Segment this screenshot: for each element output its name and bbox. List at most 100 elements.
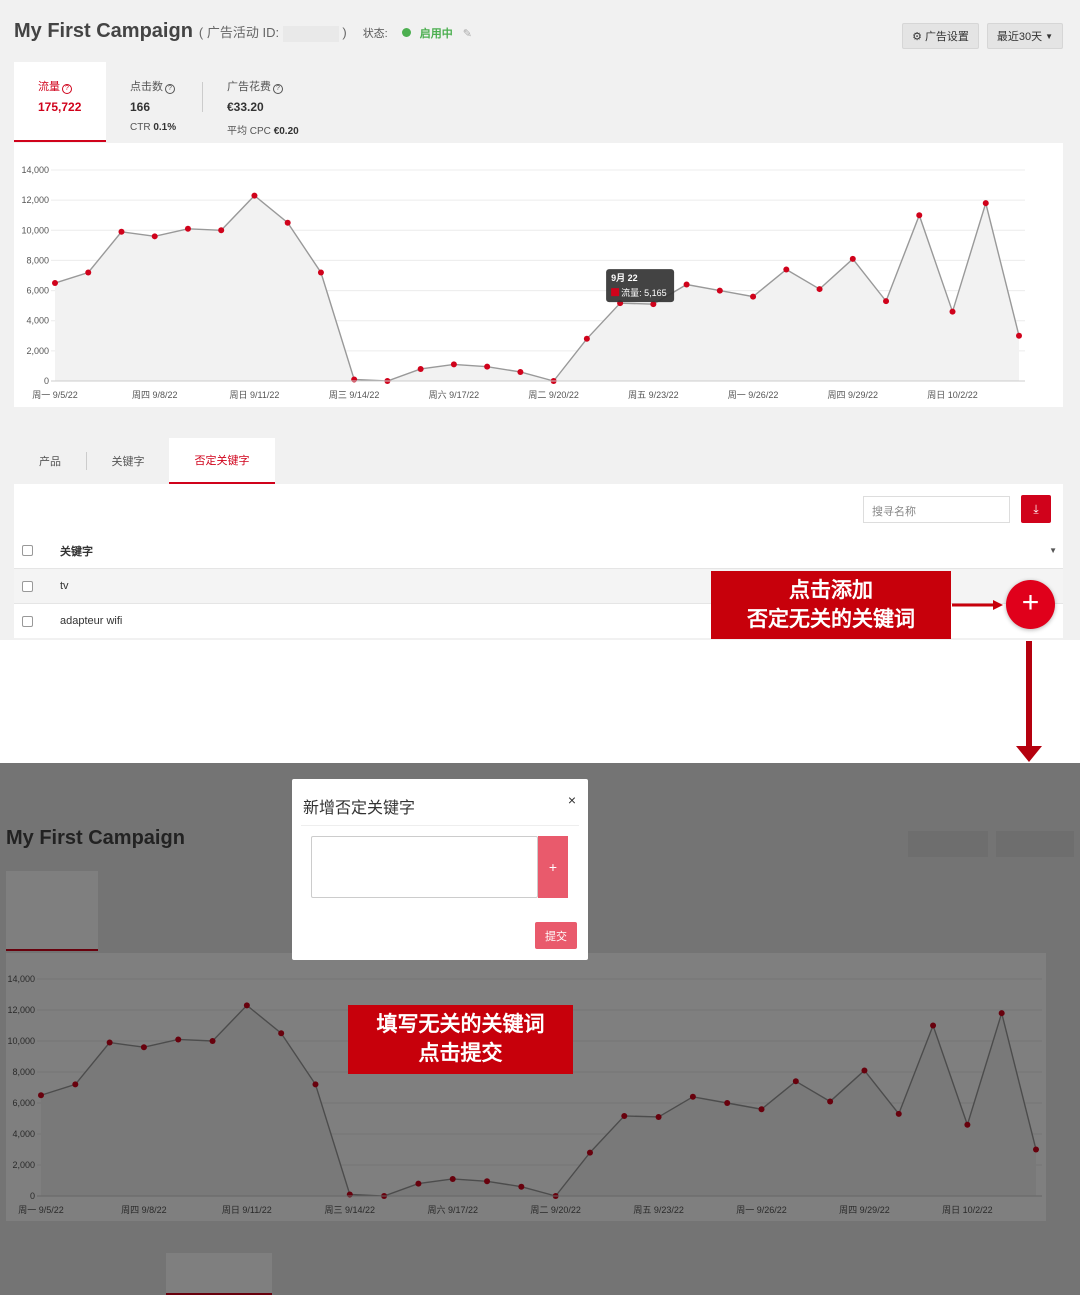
pencil-icon[interactable]: ✎ [463,27,472,40]
row-checkbox[interactable] [22,580,33,592]
y-tick-label: 12,000 [21,195,49,205]
data-point [683,281,690,288]
y-tick-label: 14,000 [21,165,49,175]
tab-bar: 产品 关键字 否定关键字 [14,438,275,484]
data-point [85,269,92,276]
data-point [484,363,491,370]
y-tick-label: 10,000 [21,225,49,235]
keyword-textarea[interactable] [311,836,538,898]
data-point [783,266,790,273]
question-circle-icon: ? [273,84,283,94]
metric-label-text: 广告花费 [227,81,271,93]
data-point [118,228,125,235]
add-negative-keyword-dialog: 新增否定关键字 × + 提交 [292,779,588,960]
x-tick-label: 周六 9/17/22 [429,389,480,400]
x-tick-label: 周四 9/29/22 [828,390,879,400]
close-icon[interactable]: × [568,792,576,808]
y-tick-label: 4,000 [26,316,49,326]
data-point [251,192,258,199]
callout-line: 点击添加 [789,578,873,602]
question-circle-icon: ? [165,84,175,94]
data-point [450,361,457,368]
date-range-dropdown[interactable]: 最近30天 ▼ [987,23,1063,49]
callout-line: 否定无关的关键词 [747,607,915,631]
modal-screenshot: My First Campaign 02,0004,0006,0008,0001… [0,763,1080,1295]
data-point [351,376,358,383]
x-tick-label: 周三 9/14/22 [329,390,380,400]
status-dot-icon [401,28,411,37]
data-point [284,219,291,226]
tab-negative-keywords[interactable]: 否定关键字 [169,438,275,484]
area-fill [55,195,1019,381]
data-point [517,368,524,375]
campaign-id-prefix: ( 广告活动 ID: [198,25,280,40]
x-tick-label: 周日 10/2/22 [927,390,978,400]
traffic-chart: 0 2,000 4,000 6,000 8,000 10,000 12,000 14,000 周… [14,143,1063,407]
status-label: 状态: [362,28,388,40]
tab-keywords[interactable]: 关键字 [87,438,169,484]
ctr-label: CTR [130,122,151,133]
arrow-down-head-icon [1016,746,1042,762]
metric-value: 166 [130,100,151,114]
download-icon: ⤓ [1033,501,1039,516]
keyword-cell: tv [60,580,69,592]
question-circle-icon: ? [62,84,72,94]
data-point [949,308,956,315]
status-badge: 启用中 [419,28,453,40]
tooltip-title: 9月 22 [611,273,638,283]
dialog-title: 新增否定关键字 [303,800,416,817]
caret-down-icon[interactable]: ▼ [1049,546,1057,555]
y-tick-label: 2,000 [26,346,49,356]
metric-label: 广告花费? [227,78,323,94]
data-point [317,269,324,276]
metric-label-text: 点击数 [130,81,163,93]
add-negative-keyword-button[interactable]: + [1006,580,1055,629]
search-input[interactable]: 搜寻名称 [863,496,1010,523]
x-tick-label: 周一 9/5/22 [32,390,78,400]
data-point [184,225,191,232]
data-point [52,280,58,287]
campaign-header: My First Campaign ( 广告活动 ID: ) 状态: 启用中 ✎ [14,20,472,43]
ad-settings-label: 广告设置 [924,31,969,43]
metric-label-text: 流量 [38,81,60,93]
add-row-button[interactable]: + [538,836,568,898]
ad-settings-button[interactable]: ⚙ 广告设置 [902,23,979,49]
data-point [816,286,823,293]
ctr-value: 0.1% [153,122,177,133]
y-tick-label: 8,000 [26,255,49,265]
data-point [218,227,225,234]
y-tick-label: 0 [44,376,49,386]
x-tick-label: 周五 9/23/22 [628,390,679,400]
chart-tooltip: 9月 22 流量: 5,165 [606,269,675,303]
callout-add-keyword: 点击添加 否定无关的关键词 [711,571,951,639]
metric-clicks[interactable]: 点击数? 166 CTR 0.1% [106,62,202,142]
row-checkbox[interactable] [22,615,33,627]
download-button[interactable]: ⤓ [1021,495,1051,523]
metric-sub: CTR 0.1% [130,122,202,133]
data-point [750,293,757,300]
caret-down-icon: ▼ [1045,31,1054,41]
column-header-keyword[interactable]: 关键字 [60,543,93,559]
select-all-checkbox[interactable] [22,545,33,556]
x-tick-label: 周日 9/11/22 [230,390,280,400]
y-tick-label: 6,000 [26,286,49,296]
keyword-cell: adapteur wifi [60,615,123,627]
gear-icon: ⚙ [912,30,922,43]
data-point [1016,332,1022,339]
metric-value: €33.20 [227,100,264,114]
metrics-bar: 流量? 175,722 点击数? 166 CTR 0.1% 广告花费? €33.… [14,62,323,142]
dialog-divider [301,825,579,826]
data-point [982,200,989,207]
metric-label: 流量? [38,78,106,94]
traffic-chart-svg: 0 2,000 4,000 6,000 8,000 10,000 12,000 14,000 周… [21,165,1025,400]
callout-submit: 填写无关的关键词 点击提交 [348,1005,573,1074]
campaign-id-label: ( 广告活动 ID: ) [199,22,347,42]
tab-products[interactable]: 产品 [14,438,86,484]
metric-traffic[interactable]: 流量? 175,722 [14,62,106,142]
metric-spend[interactable]: 广告花费? €33.20 平均 CPC €0.20 [203,62,323,142]
submit-button[interactable]: 提交 [535,922,577,949]
data-point [151,233,158,240]
x-tick-label: 周二 9/20/22 [528,390,579,400]
campaign-screenshot: My First Campaign ( 广告活动 ID: ) 状态: 启用中 ✎… [0,0,1080,640]
data-point [583,335,590,342]
